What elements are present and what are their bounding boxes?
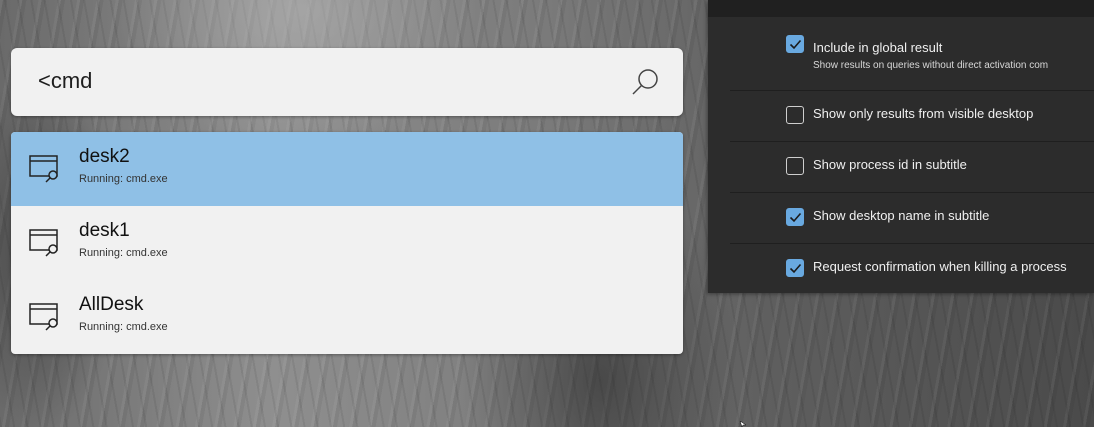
result-title: AllDesk	[79, 294, 144, 315]
result-title: desk1	[79, 220, 130, 241]
window-search-icon	[29, 303, 58, 331]
window-search-icon	[29, 155, 58, 183]
mouse-cursor-icon	[740, 421, 746, 427]
settings-panel: Include in global result Show results on…	[708, 0, 1094, 293]
result-item[interactable]: desk2 Running: cmd.exe	[11, 132, 683, 206]
desktop-name-checkbox[interactable]	[786, 208, 804, 226]
setting-description: Show results on queries without direct a…	[813, 60, 1049, 71]
window-search-icon	[29, 229, 58, 257]
result-item[interactable]: desk1 Running: cmd.exe	[11, 206, 683, 280]
result-subtitle: Running: cmd.exe	[79, 247, 168, 259]
results-list: desk2 Running: cmd.exe desk1 Running: cm…	[11, 132, 683, 354]
include-global-checkbox[interactable]	[786, 35, 804, 53]
setting-include-global-result[interactable]: Include in global result Show results on…	[730, 20, 1094, 91]
result-item[interactable]: AllDesk Running: cmd.exe	[11, 280, 683, 354]
setting-label: Include in global result	[813, 40, 943, 55]
setting-confirm-kill[interactable]: Request confirmation when killing a proc…	[730, 244, 1094, 294]
setting-label: Show process id in subtitle	[813, 157, 967, 172]
process-id-checkbox[interactable]	[786, 157, 804, 175]
setting-label: Show only results from visible desktop	[813, 106, 1034, 121]
setting-label: Request confirmation when killing a proc…	[813, 259, 1067, 274]
search-input[interactable]: <cmd	[38, 68, 92, 94]
search-box[interactable]: <cmd	[11, 48, 683, 116]
visible-desktop-checkbox[interactable]	[786, 106, 804, 124]
result-subtitle: Running: cmd.exe	[79, 173, 168, 185]
check-icon	[789, 263, 802, 274]
panel-header-strip	[708, 0, 1094, 17]
check-icon	[789, 212, 802, 223]
setting-visible-desktop-only[interactable]: Show only results from visible desktop	[730, 91, 1094, 142]
confirm-kill-checkbox[interactable]	[786, 259, 804, 277]
setting-label: Show desktop name in subtitle	[813, 208, 990, 223]
result-subtitle: Running: cmd.exe	[79, 321, 168, 333]
result-title: desk2	[79, 146, 130, 167]
search-icon[interactable]	[631, 67, 661, 97]
setting-show-desktop-name[interactable]: Show desktop name in subtitle	[730, 193, 1094, 244]
check-icon	[789, 39, 802, 50]
setting-show-process-id[interactable]: Show process id in subtitle	[730, 142, 1094, 193]
